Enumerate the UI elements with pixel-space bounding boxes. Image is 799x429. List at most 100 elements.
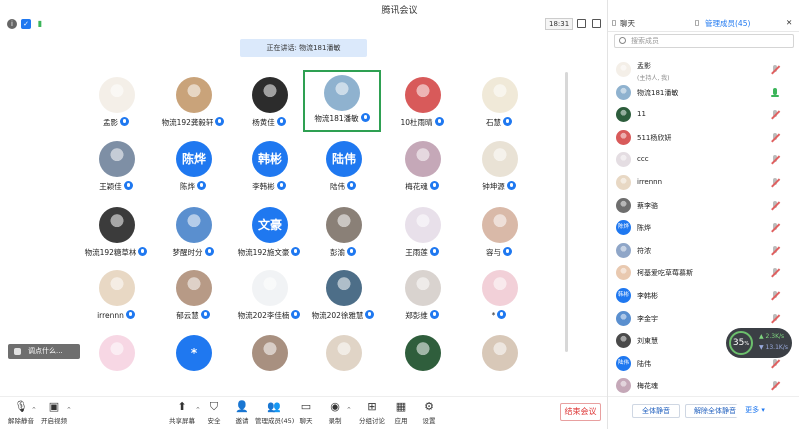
mic-muted-icon[interactable]: [770, 359, 780, 369]
mic-icon: [138, 247, 148, 256]
mic-muted-icon[interactable]: [770, 110, 780, 120]
signal-icon[interactable]: ▮: [35, 19, 45, 29]
participant-tile[interactable]: 物流202李佳楠: [231, 268, 307, 330]
meeting-info-bar: i ✓ ▮ 18:31: [0, 17, 607, 31]
participant-tile[interactable]: [231, 333, 307, 395]
mic-muted-icon[interactable]: [770, 291, 780, 301]
member-row[interactable]: ccc: [608, 149, 798, 171]
member-row[interactable]: 李金宇: [608, 308, 798, 330]
member-name: 物流181潘敏: [637, 89, 679, 97]
participant-tile[interactable]: [78, 333, 154, 395]
mic-icon: [503, 247, 512, 256]
participant-name: 梅花魂: [384, 181, 460, 192]
info-icon[interactable]: i: [7, 19, 17, 29]
participant-name: 10杜雨晴: [384, 117, 460, 128]
mic-muted-icon[interactable]: [770, 314, 780, 324]
participant-name-text: 物流192施文豪: [237, 248, 290, 257]
member-row[interactable]: 物流181潘敏: [608, 82, 798, 104]
invite-button[interactable]: 👤 邀请: [225, 399, 259, 428]
participant-tile[interactable]: 郁云慧: [155, 268, 231, 330]
mic-muted-icon[interactable]: [770, 133, 780, 143]
participant-name: 容与: [461, 247, 537, 258]
member-row[interactable]: 梅花魂: [608, 375, 798, 397]
member-row[interactable]: 孟影 (主持人, 我): [608, 59, 798, 82]
mic-muted-icon[interactable]: [770, 65, 780, 75]
mic-muted-icon[interactable]: [770, 268, 780, 278]
participant-tile[interactable]: [384, 333, 460, 395]
more-button[interactable]: 更多 ▾: [736, 404, 774, 418]
participant-tile[interactable]: 郑彭维: [384, 268, 460, 330]
mic-options-caret[interactable]: ⌃: [31, 406, 37, 414]
mic-icon: [429, 310, 439, 319]
participant-tile[interactable]: 王颖佳: [78, 139, 154, 201]
share-screen-button[interactable]: ⬆ 共享屏幕: [165, 399, 199, 428]
participant-tile[interactable]: 物流202徐雅慧: [305, 268, 381, 330]
participant-tile[interactable]: 物流181潘敏: [303, 70, 381, 132]
tab-members[interactable]: 管理成员(45): [705, 18, 750, 29]
video-options-caret[interactable]: ⌃: [66, 406, 72, 414]
participant-name: 石慧: [461, 117, 537, 128]
avatar: [324, 75, 360, 111]
mic-muted-icon[interactable]: [770, 246, 780, 256]
participant-tile[interactable]: 梅花魂: [384, 139, 460, 201]
participant-tile[interactable]: 石慧: [461, 75, 537, 137]
member-row[interactable]: 韩彬 李韩彬: [608, 285, 798, 307]
participant-tile[interactable]: irrennn: [78, 268, 154, 330]
participant-tile[interactable]: 陆伟 陆伟: [305, 139, 381, 201]
panel-close-icon[interactable]: ✕: [786, 18, 792, 27]
member-search-input[interactable]: 搜索成员: [614, 34, 794, 48]
mic-muted-icon[interactable]: [770, 381, 780, 391]
participant-tile[interactable]: 陈烨 陈烨: [155, 139, 231, 201]
participant-name-text: irrennn: [97, 311, 124, 320]
member-row[interactable]: irrennn: [608, 172, 798, 194]
participant-tile[interactable]: 杨黄佳: [231, 75, 307, 137]
participant-tile[interactable]: *: [461, 268, 537, 330]
participant-tile[interactable]: 王雨莲: [384, 205, 460, 267]
settings-button[interactable]: ⚙ 设置: [412, 399, 446, 428]
participant-tile[interactable]: 容与: [461, 205, 537, 267]
avatar: [252, 77, 288, 113]
upload-rate: ▲ 2.3K/s: [759, 333, 785, 340]
fullscreen-icon[interactable]: [592, 19, 601, 28]
member-row[interactable]: 蔡李骆: [608, 195, 798, 217]
mic-muted-icon[interactable]: [770, 178, 780, 188]
participant-tile[interactable]: *: [155, 333, 231, 395]
participant-tile[interactable]: 物流192糖草林: [78, 205, 154, 267]
mute-all-button[interactable]: 全体静音: [632, 404, 680, 418]
network-status-widget[interactable]: 35% ▲ 2.3K/s ▼ 13.1K/s: [726, 328, 792, 358]
participant-tile[interactable]: 10杜雨晴: [384, 75, 460, 137]
mic-muted-icon[interactable]: [770, 201, 780, 211]
chat-tab-icon[interactable]: ▯: [612, 18, 616, 27]
member-row[interactable]: 陈烨 陈烨: [608, 217, 798, 239]
grid-scrollbar[interactable]: [565, 72, 568, 352]
participant-tile[interactable]: [461, 333, 537, 395]
members-tab-icon[interactable]: ▯: [695, 18, 699, 27]
layout-icon[interactable]: [577, 19, 586, 28]
mic-on-icon[interactable]: [770, 88, 780, 98]
member-row[interactable]: 符浓: [608, 240, 798, 262]
mic-icon: [503, 117, 512, 126]
participant-name: 物流181潘敏: [305, 113, 379, 124]
member-row[interactable]: 511杨欣妍: [608, 127, 798, 149]
tab-chat[interactable]: 聊天: [620, 18, 635, 29]
participant-tile[interactable]: 物流192龚毅轩: [155, 75, 231, 137]
participant-name-text: 郑彭维: [405, 311, 428, 320]
shield-icon[interactable]: ✓: [21, 19, 31, 29]
record-options-caret[interactable]: ⌃: [346, 406, 352, 414]
participant-tile[interactable]: 梦醒时分: [155, 205, 231, 267]
participant-tile[interactable]: 文豪 物流192施文豪: [231, 205, 307, 267]
member-row[interactable]: 柯基爱吃草莓慕斯: [608, 262, 798, 284]
participant-tile[interactable]: 孟影: [78, 75, 154, 137]
participant-tile[interactable]: 钟坤源: [461, 139, 537, 201]
mic-muted-icon[interactable]: [770, 155, 780, 165]
participant-tile[interactable]: 韩彬 李韩彬: [231, 139, 307, 201]
manage-members-button[interactable]: 👥 管理成员(45): [255, 399, 294, 428]
search-icon: [619, 37, 626, 44]
participant-tile[interactable]: [305, 333, 381, 395]
mic-icon: [429, 247, 439, 256]
mic-muted-icon[interactable]: [770, 223, 780, 233]
participant-tile[interactable]: 彭渝: [305, 205, 381, 267]
end-meeting-button[interactable]: 结束会议: [560, 403, 601, 421]
member-row[interactable]: 11: [608, 104, 798, 126]
mic-icon: [276, 181, 286, 190]
